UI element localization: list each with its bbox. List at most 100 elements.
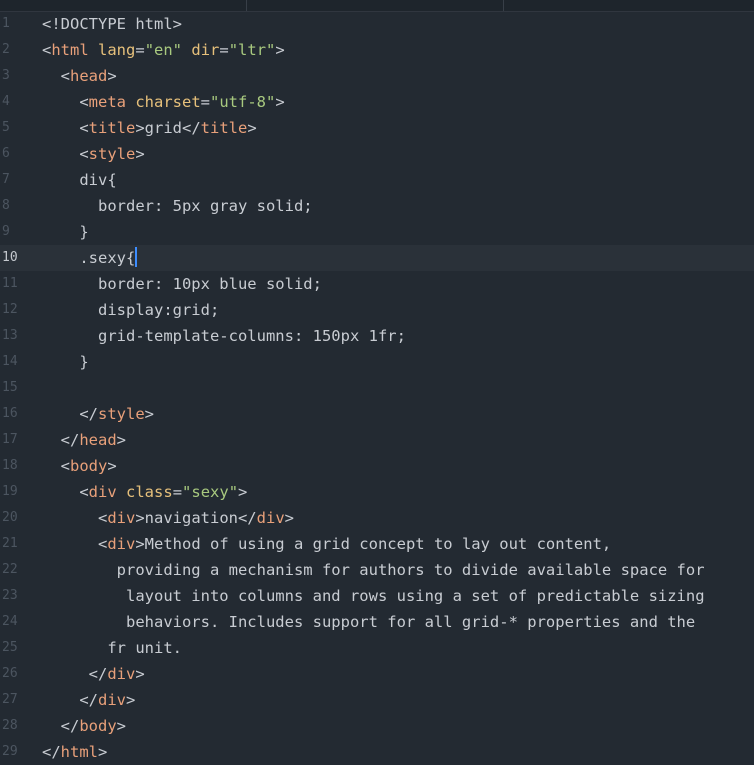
code-text[interactable]: </style> (42, 401, 154, 427)
code-token: display:grid; (42, 301, 220, 319)
code-token: > (275, 93, 285, 111)
code-token: style (98, 405, 145, 423)
code-line[interactable]: 15 (0, 375, 754, 401)
code-text[interactable]: layout into columns and rows using a set… (42, 583, 705, 609)
code-text[interactable]: providing a mechanism for authors to div… (42, 557, 705, 583)
code-line[interactable]: 8 border: 5px gray solid; (0, 193, 754, 219)
code-text[interactable]: </body> (42, 713, 126, 739)
code-line[interactable]: 6 <style> (0, 141, 754, 167)
code-text[interactable]: </div> (42, 661, 145, 687)
code-text[interactable]: <div class="sexy"> (42, 479, 247, 505)
code-token: > (284, 509, 294, 527)
code-line[interactable]: 19 <div class="sexy"> (0, 479, 754, 505)
code-line[interactable]: 1 <!DOCTYPE html> (0, 11, 754, 37)
code-token: "sexy" (182, 483, 239, 501)
code-token: > (135, 145, 145, 163)
line-number: 17 (2, 432, 18, 447)
code-text[interactable]: <title>grid</title> (42, 115, 257, 141)
code-text[interactable]: <meta charset="utf-8"> (42, 89, 285, 115)
line-number: 22 (2, 562, 18, 577)
code-token: html (51, 41, 89, 59)
code-text[interactable]: <head> (42, 63, 117, 89)
code-text[interactable]: <div>navigation</div> (42, 505, 294, 531)
line-number: 15 (2, 380, 18, 395)
line-number: 1 (2, 16, 10, 31)
code-token: providing a mechanism for authors to div… (42, 561, 705, 579)
code-line[interactable]: 26 </div> (0, 661, 754, 687)
code-line[interactable]: 7 div{ (0, 167, 754, 193)
code-editor[interactable]: 1 <!DOCTYPE html> 2 <html lang="en" dir="lt… (0, 0, 754, 763)
line-number: 27 (2, 692, 18, 707)
code-line[interactable]: 3 <head> (0, 63, 754, 89)
line-number: 25 (2, 640, 18, 655)
code-line[interactable]: 10 .sexy{ (0, 245, 754, 271)
code-line[interactable]: 23 layout into columns and rows using a … (0, 583, 754, 609)
code-lines[interactable]: 1 <!DOCTYPE html> 2 <html lang="en" dir="lt… (0, 11, 754, 765)
code-text[interactable]: <style> (42, 141, 145, 167)
line-number: 4 (2, 94, 10, 109)
code-text[interactable]: grid-template-columns: 150px 1fr; (42, 323, 406, 349)
code-text[interactable]: .sexy{ (42, 245, 138, 271)
code-text[interactable]: } (42, 219, 89, 245)
line-number: 11 (2, 276, 18, 291)
code-text[interactable]: behaviors. Includes support for all grid… (42, 609, 695, 635)
code-line[interactable]: 4 <meta charset="utf-8"> (0, 89, 754, 115)
code-text[interactable]: } (42, 349, 89, 375)
code-token: head (79, 431, 117, 449)
code-line[interactable]: 13 grid-template-columns: 150px 1fr; (0, 323, 754, 349)
code-text[interactable]: </div> (42, 687, 135, 713)
code-text[interactable]: fr unit. (42, 635, 182, 661)
code-text[interactable]: div{ (42, 167, 116, 193)
tab-separator (246, 0, 247, 11)
code-token: } (42, 223, 89, 241)
code-token: class (126, 483, 173, 501)
code-text[interactable]: border: 10px blue solid; (42, 271, 322, 297)
code-line[interactable]: 14 } (0, 349, 754, 375)
code-line[interactable]: 11 border: 10px blue solid; (0, 271, 754, 297)
code-line[interactable]: 2 <html lang="en" dir="ltr"> (0, 37, 754, 63)
code-token: } (42, 353, 89, 371)
code-text[interactable]: </head> (42, 427, 126, 453)
code-line[interactable]: 21 <div>Method of using a grid concept t… (0, 531, 754, 557)
code-token: > (238, 483, 248, 501)
code-token: .sexy{ (42, 249, 136, 267)
code-text[interactable]: <body> (42, 453, 117, 479)
code-token: > (107, 457, 117, 475)
code-token: div (107, 535, 136, 553)
code-line[interactable]: 16 </style> (0, 401, 754, 427)
code-line[interactable]: 28 </body> (0, 713, 754, 739)
line-number: 16 (2, 406, 18, 421)
code-text[interactable]: <!DOCTYPE html> (42, 11, 182, 37)
code-token: charset (135, 93, 201, 111)
code-line[interactable]: 9 } (0, 219, 754, 245)
code-line[interactable]: 27 </div> (0, 687, 754, 713)
code-line[interactable]: 24 behaviors. Includes support for all g… (0, 609, 754, 635)
code-token: div (88, 483, 117, 501)
code-token: style (88, 145, 136, 163)
code-token: html (60, 743, 98, 761)
code-text[interactable]: </html> (42, 739, 107, 765)
code-token: < (42, 535, 108, 553)
code-line[interactable]: 12 display:grid; (0, 297, 754, 323)
code-token: body (79, 717, 117, 735)
code-text[interactable]: border: 5px gray solid; (42, 193, 313, 219)
code-line[interactable]: 20 <div>navigation</div> (0, 505, 754, 531)
line-number: 2 (2, 42, 10, 57)
code-line[interactable]: 18 <body> (0, 453, 754, 479)
code-line[interactable]: 29 </html> (0, 739, 754, 765)
code-line[interactable]: 17 </head> (0, 427, 754, 453)
code-token: > (247, 119, 257, 137)
line-number: 10 (2, 250, 18, 265)
code-text[interactable]: display:grid; (42, 297, 219, 323)
code-token: <!DOCTYPE html> (42, 15, 182, 33)
code-line[interactable]: 5 <title>grid</title> (0, 115, 754, 141)
code-text[interactable]: <div>Method of using a grid concept to l… (42, 531, 611, 557)
code-token: "utf-8" (210, 93, 276, 111)
code-token: > (126, 691, 136, 709)
code-token: </ (42, 743, 61, 761)
code-line[interactable]: 22 providing a mechanism for authors to … (0, 557, 754, 583)
code-token: < (42, 457, 70, 475)
code-token: = (135, 41, 145, 59)
code-text[interactable]: <html lang="en" dir="ltr"> (42, 37, 285, 63)
code-line[interactable]: 25 fr unit. (0, 635, 754, 661)
